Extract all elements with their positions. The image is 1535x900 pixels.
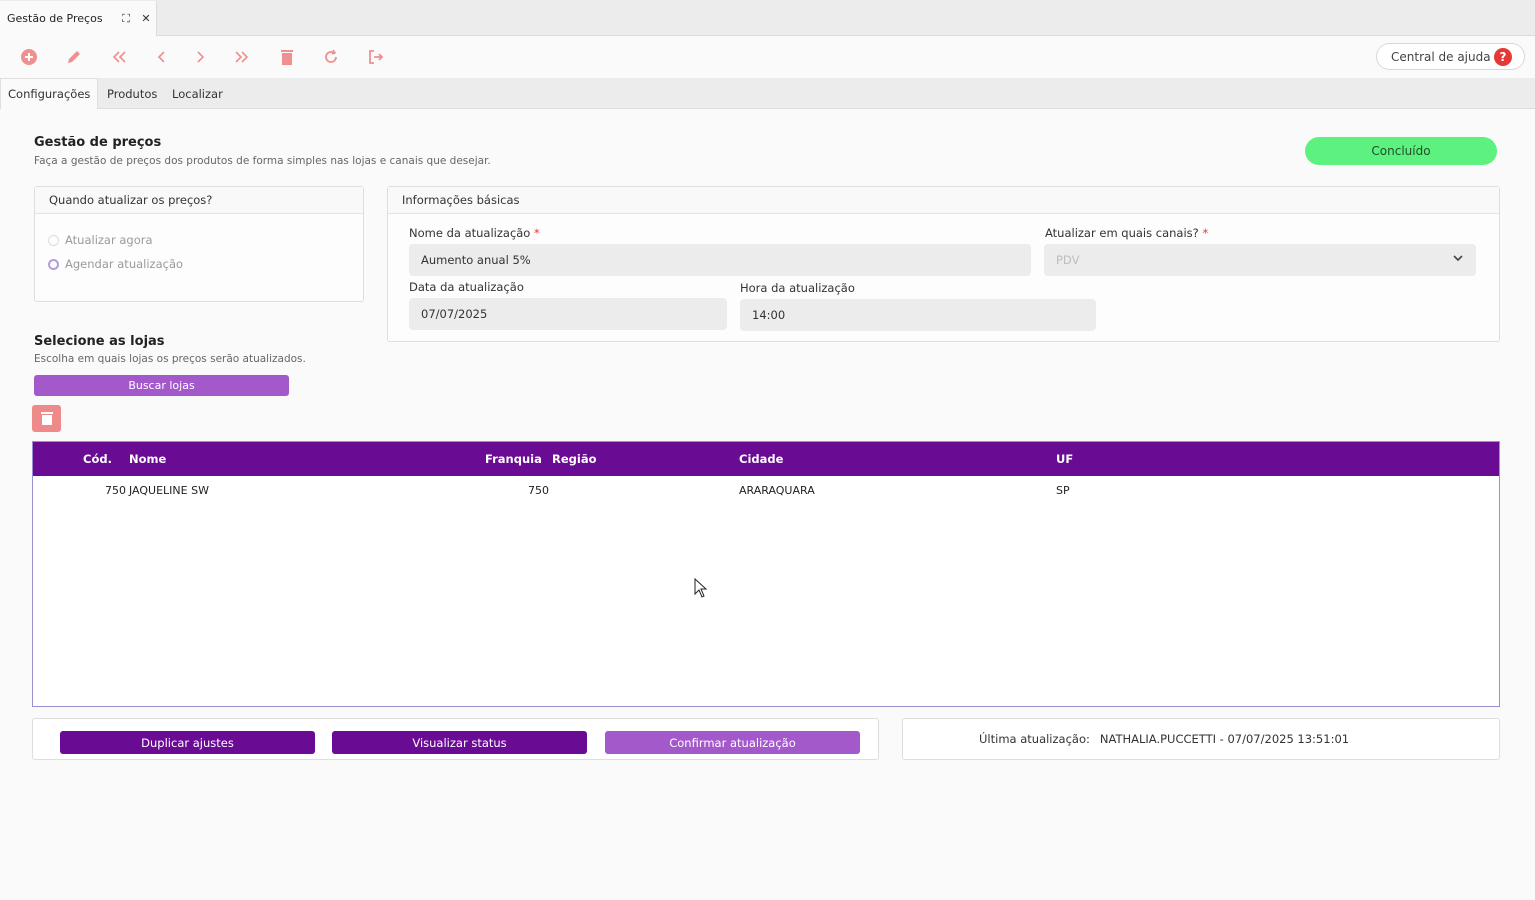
cell-cod: 750	[105, 483, 126, 497]
required-mark: *	[534, 226, 540, 240]
time-label: Hora da atualização	[740, 281, 855, 295]
date-input[interactable]: 07/07/2025	[409, 298, 727, 330]
channels-label: Atualizar em quais canais? *	[1045, 226, 1208, 240]
sub-tabs: Configurações Produtos Localizar	[0, 78, 1535, 109]
close-icon[interactable]: ✕	[136, 12, 156, 25]
radio-update-now-label: Atualizar agora	[65, 233, 153, 247]
help-center-label: Central de ajuda	[1391, 49, 1491, 64]
cell-franquia: 750	[528, 483, 549, 497]
col-cod[interactable]: Cód.	[83, 442, 112, 476]
cell-nome: JAQUELINE SW	[129, 483, 209, 497]
radio-update-now[interactable]: Atualizar agora	[48, 233, 153, 247]
help-icon: ?	[1494, 48, 1512, 66]
exit-icon[interactable]	[365, 46, 387, 68]
confirm-update-button[interactable]: Confirmar atualização	[605, 731, 860, 754]
table-row[interactable]: 750 JAQUELINE SW 750 ARARAQUARA SP	[33, 479, 1499, 501]
duplicate-adjustments-button[interactable]: Duplicar ajustes	[60, 731, 315, 754]
channels-select-value: PDV	[1056, 253, 1080, 267]
update-name-label-text: Nome da atualização	[409, 226, 531, 240]
stores-table: Cód. Nome Franquia Região Cidade UF 750 …	[32, 441, 1500, 707]
view-status-button[interactable]: Visualizar status	[332, 731, 587, 754]
col-cidade[interactable]: Cidade	[739, 442, 783, 476]
stores-subtitle: Escolha em quais lojas os preços serão a…	[34, 353, 306, 365]
edit-icon[interactable]	[63, 46, 85, 68]
page-subtitle: Faça a gestão de preços dos produtos de …	[34, 155, 491, 167]
page-title: Gestão de preços	[34, 135, 162, 150]
trash-icon	[40, 412, 53, 425]
window-tab-bar: Gestão de Preços ⛶ ✕	[0, 0, 1535, 36]
window-tab[interactable]: Gestão de Preços ⛶ ✕	[0, 1, 157, 36]
remove-store-button[interactable]	[32, 405, 61, 432]
col-franquia[interactable]: Franquia	[485, 442, 542, 476]
tab-localizar[interactable]: Localizar	[172, 78, 223, 109]
basic-info-title: Informações básicas	[388, 187, 1499, 214]
cell-uf: SP	[1056, 483, 1070, 497]
radio-schedule-update-indicator[interactable]	[48, 258, 59, 270]
next-icon[interactable]	[190, 46, 212, 68]
last-update-value: NATHALIA.PUCCETTI - 07/07/2025 13:51:01	[1099, 732, 1350, 746]
mouse-cursor-icon	[694, 578, 708, 598]
col-regiao[interactable]: Região	[552, 442, 597, 476]
previous-icon[interactable]	[150, 46, 172, 68]
status-badge: Concluído	[1305, 137, 1497, 165]
window-tab-title: Gestão de Preços	[7, 12, 103, 25]
toolbar	[0, 36, 1535, 78]
tab-produtos[interactable]: Produtos	[107, 78, 157, 109]
radio-update-now-indicator[interactable]	[48, 234, 59, 246]
radio-schedule-update-label: Agendar atualização	[65, 257, 184, 271]
delete-icon[interactable]	[276, 46, 298, 68]
update-name-input[interactable]: Aumento anual 5%	[409, 244, 1031, 276]
col-uf[interactable]: UF	[1056, 442, 1073, 476]
last-update-panel: Última atualização: NATHALIA.PUCCETTI - …	[902, 718, 1500, 760]
chevron-down-icon	[1452, 252, 1464, 267]
last-icon[interactable]	[231, 46, 253, 68]
tab-configuracoes[interactable]: Configurações	[0, 78, 99, 109]
channels-select[interactable]: PDV	[1044, 244, 1476, 276]
last-update-label: Última atualização:	[979, 732, 1090, 746]
update-name-label: Nome da atualização *	[409, 226, 540, 240]
time-input[interactable]: 14:00	[740, 299, 1096, 331]
search-stores-button[interactable]: Buscar lojas	[34, 375, 289, 396]
channels-label-text: Atualizar em quais canais?	[1045, 226, 1199, 240]
radio-schedule-update[interactable]: Agendar atualização	[48, 257, 183, 271]
table-header: Cód. Nome Franquia Região Cidade UF	[33, 442, 1499, 476]
cell-cidade: ARARAQUARA	[739, 483, 815, 497]
expand-icon[interactable]: ⛶	[116, 12, 136, 26]
date-label: Data da atualização	[409, 280, 524, 294]
stores-title: Selecione as lojas	[34, 334, 165, 349]
when-panel-title: Quando atualizar os preços?	[35, 187, 363, 214]
first-icon[interactable]	[108, 46, 130, 68]
col-nome[interactable]: Nome	[129, 442, 166, 476]
help-center-button[interactable]: Central de ajuda ?	[1376, 43, 1525, 70]
add-icon[interactable]	[18, 46, 40, 68]
action-bar: Duplicar ajustes Visualizar status Confi…	[32, 718, 879, 760]
refresh-icon[interactable]	[320, 46, 342, 68]
required-mark: *	[1202, 226, 1209, 240]
